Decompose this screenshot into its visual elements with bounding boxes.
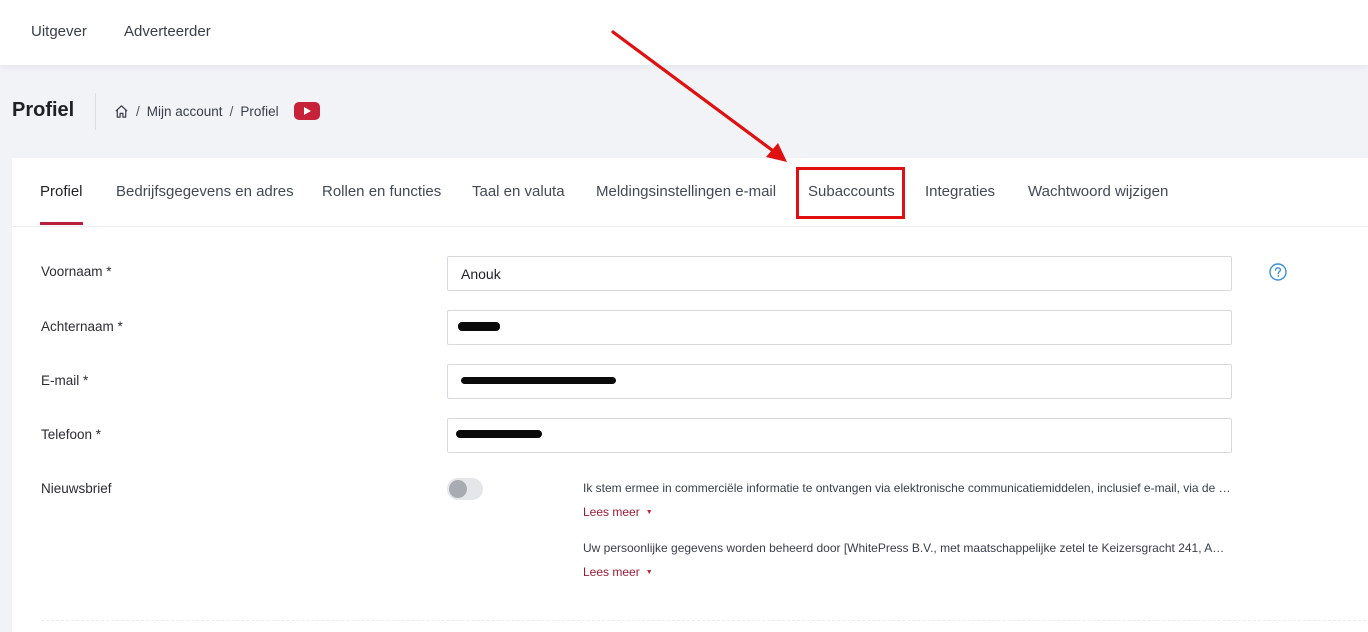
- active-tab-indicator: [40, 222, 83, 225]
- redaction-mark: [456, 430, 542, 438]
- email-label: E-mail *: [41, 373, 89, 388]
- breadcrumb: / Mijn account / Profiel: [113, 102, 279, 120]
- first-name-label: Voornaam *: [41, 264, 112, 279]
- read-more-link-marketing[interactable]: Lees meer ▼: [583, 505, 653, 519]
- breadcrumb-separator: /: [136, 103, 140, 119]
- tabs-bar: Profiel Bedrijfsgegevens en adres Rollen…: [12, 158, 1368, 227]
- tab-bedrijfsgegevens[interactable]: Bedrijfsgegevens en adres: [116, 183, 294, 200]
- profile-card: Profiel Bedrijfsgegevens en adres Rollen…: [12, 158, 1368, 632]
- tab-wachtwoord-wijzigen[interactable]: Wachtwoord wijzigen: [1028, 183, 1168, 200]
- caret-down-icon: ▼: [645, 568, 653, 576]
- tab-subaccounts[interactable]: Subaccounts: [808, 183, 895, 200]
- redaction-mark: [461, 377, 616, 384]
- consent-text-marketing: Ik stem ermee in commerciële informatie …: [583, 481, 1233, 495]
- newsletter-label: Nieuwsbrief: [41, 481, 112, 496]
- read-more-link-privacy[interactable]: Lees meer ▼: [583, 565, 653, 579]
- phone-label: Telefoon *: [41, 427, 102, 442]
- page-title: Profiel: [12, 99, 75, 121]
- tab-meldingsinstellingen[interactable]: Meldingsinstellingen e-mail: [596, 183, 776, 200]
- breadcrumb-item-profiel: Profiel: [240, 103, 279, 119]
- tab-profiel[interactable]: Profiel: [40, 183, 83, 200]
- consent-text-privacy: Uw persoonlijke gegevens worden beheerd …: [583, 541, 1233, 555]
- last-name-label: Achternaam *: [41, 319, 123, 334]
- top-navigation-bar: Uitgever Adverteerder: [0, 0, 1368, 65]
- section-divider: [41, 620, 1368, 621]
- tab-integraties[interactable]: Integraties: [925, 183, 995, 200]
- last-name-input[interactable]: [447, 310, 1232, 345]
- home-icon[interactable]: [113, 103, 129, 119]
- caret-down-icon: ▼: [645, 508, 653, 516]
- newsletter-toggle[interactable]: [447, 478, 483, 500]
- read-more-label: Lees meer: [583, 565, 640, 579]
- toggle-knob: [449, 480, 467, 498]
- breadcrumb-separator: /: [229, 103, 234, 119]
- tab-taal-en-valuta[interactable]: Taal en valuta: [472, 183, 565, 200]
- phone-input[interactable]: [447, 418, 1232, 453]
- breadcrumb-item-mijn-account[interactable]: Mijn account: [147, 104, 223, 119]
- redaction-mark: [458, 322, 500, 331]
- title-divider: [95, 93, 96, 130]
- question-circle-icon[interactable]: [1269, 263, 1287, 281]
- youtube-play-icon[interactable]: [294, 102, 320, 120]
- tab-rollen-en-functies[interactable]: Rollen en functies: [322, 183, 441, 200]
- first-name-input[interactable]: [447, 256, 1232, 291]
- read-more-label: Lees meer: [583, 505, 640, 519]
- nav-item-uitgever[interactable]: Uitgever: [31, 23, 87, 40]
- nav-item-adverteerder[interactable]: Adverteerder: [124, 23, 211, 40]
